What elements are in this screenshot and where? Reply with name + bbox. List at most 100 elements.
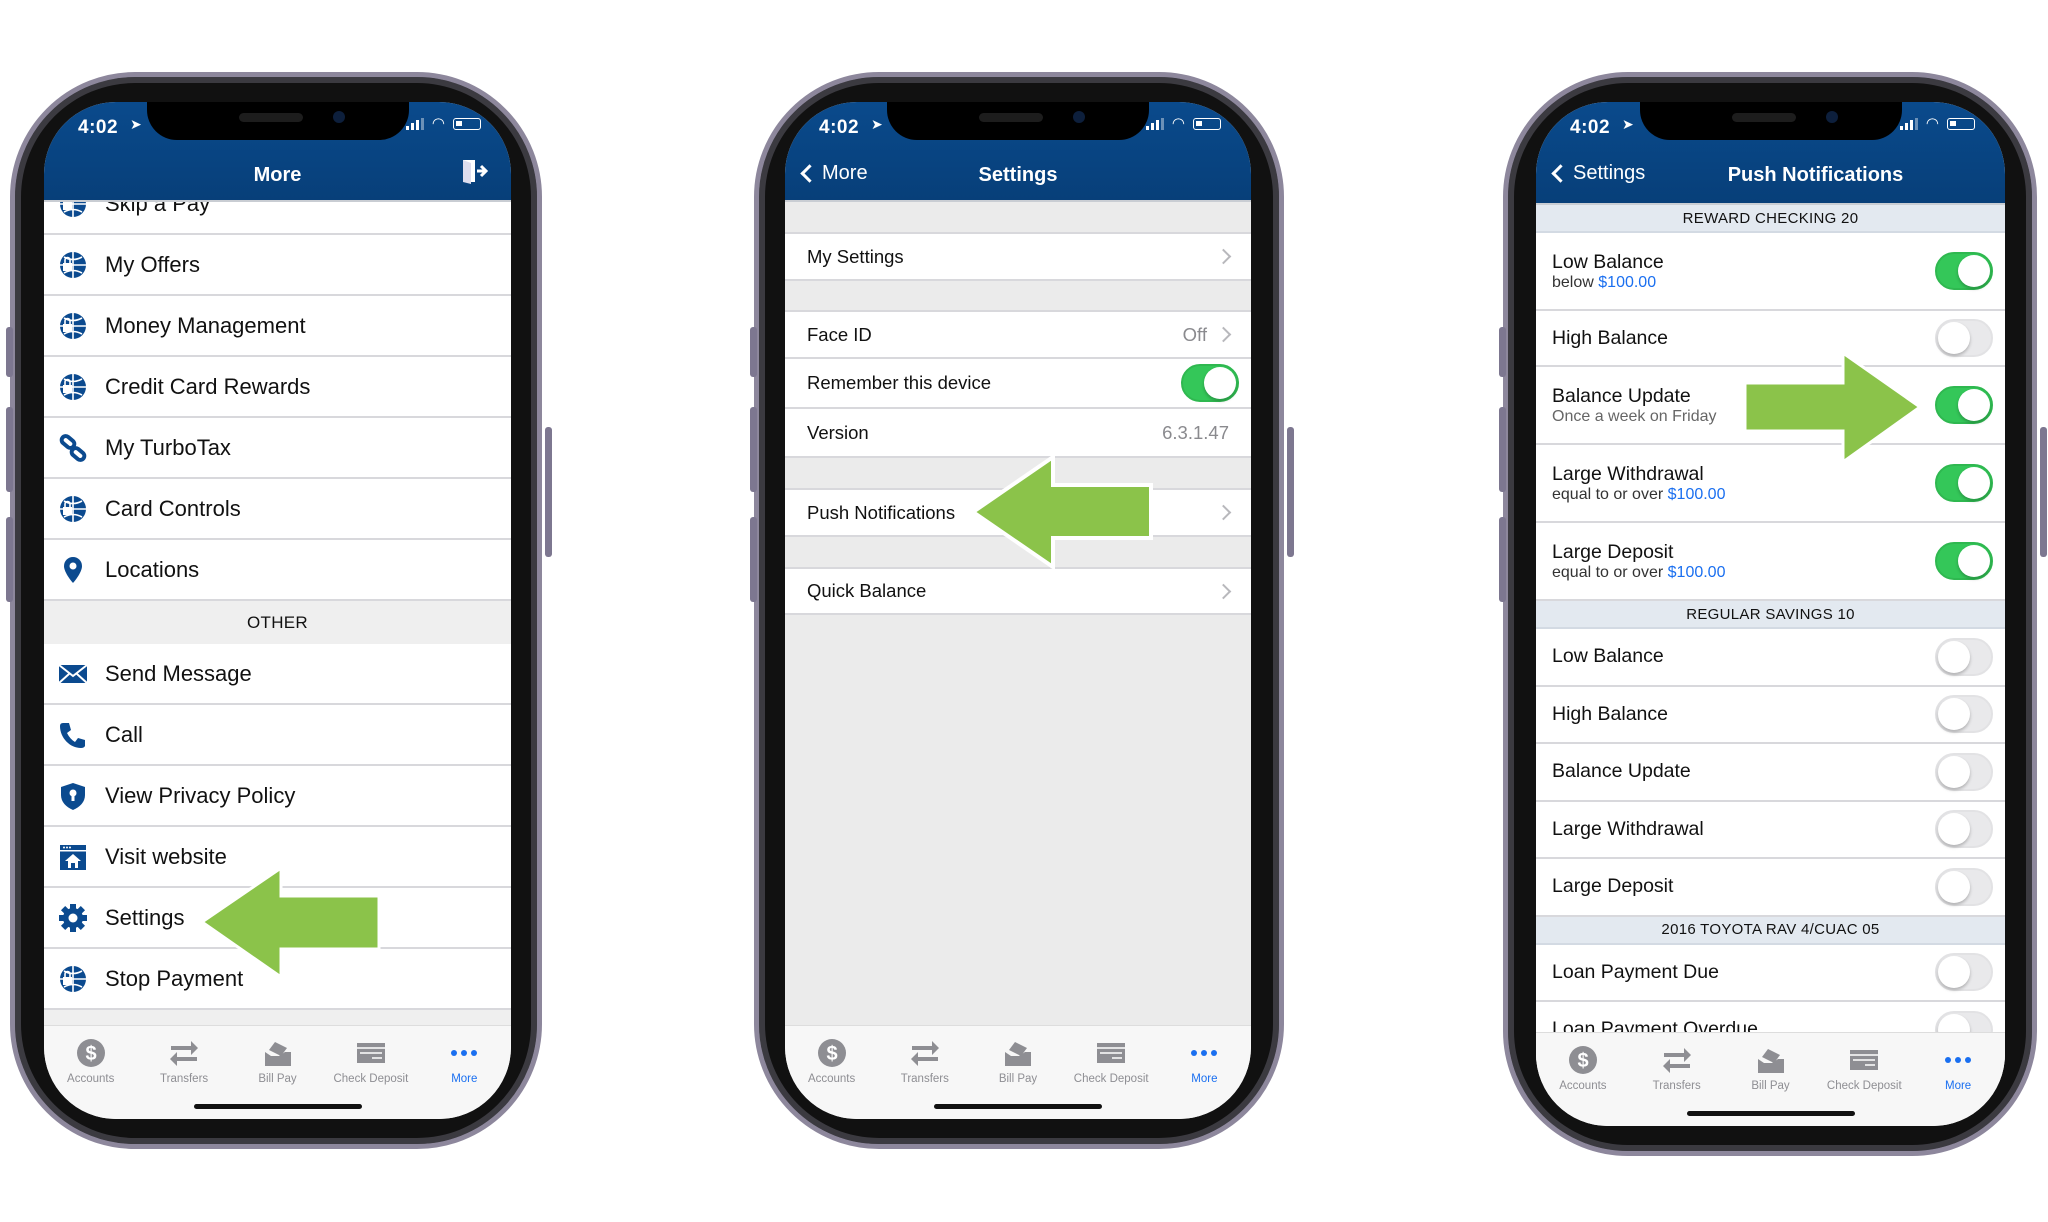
notification-row-high-balance: High Balance [1536,686,2005,744]
signal-icon [1145,118,1164,130]
notification-toggle[interactable] [1935,637,1993,676]
tab-bill-pay[interactable]: Bill Pay [233,1038,323,1085]
settings-row-face-id[interactable]: Face ID Off [785,310,1251,359]
menu-item-view-privacy-policy[interactable]: View Privacy Policy [44,766,511,827]
side-button [1287,427,1294,557]
globe-lock-icon [58,964,88,994]
menu-item-visit-website[interactable]: Visit website [44,827,511,888]
signal-icon [405,118,424,130]
chevron-right-icon [1215,504,1232,521]
tab-check-deposit[interactable]: Check Deposit [1819,1045,1909,1092]
notification-label-group: High Balance [1552,703,1668,726]
section-header-2016-toyota-rav-4-cuac-05: 2016 TOYOTA RAV 4/CUAC 05 [1536,916,2005,945]
menu-item-my-offers[interactable]: My Offers [44,235,511,296]
tab-bill-pay[interactable]: Bill Pay [973,1038,1063,1085]
tab-label: Accounts [1559,1080,1607,1092]
settings-row-my-settings[interactable]: My Settings [785,232,1251,281]
side-button [750,517,757,602]
location-arrow-icon: ➤ [1622,116,1634,132]
tab-more[interactable]: More [1913,1045,2003,1092]
tab-accounts[interactable]: $ Accounts [787,1038,877,1085]
menu-item-label: Call [105,721,143,747]
settings-row-label: Version [807,421,869,443]
location-arrow-icon: ➤ [130,116,142,132]
envelope-icon [58,659,88,689]
menu-item-stop-payment[interactable]: Stop Payment [44,949,511,1010]
menu-item-label: My Offers [105,251,200,277]
page-title: Settings [978,164,1058,186]
notification-toggle[interactable] [1935,867,1993,906]
notification-title: Low Balance [1552,250,1664,273]
menu-item-settings[interactable]: Settings [44,888,511,949]
menu-item-label: Money Management [105,312,306,338]
remember-device-toggle[interactable] [1181,364,1239,402]
menu-item-my-turbotax[interactable]: My TurboTax [44,418,511,479]
settings-row-label: My Settings [807,245,904,267]
battery-icon [1947,118,1975,130]
notification-toggle[interactable] [1935,752,1993,791]
tab-transfers[interactable]: Transfers [1632,1045,1722,1092]
side-button [1499,327,1506,377]
tab-bill-pay[interactable]: Bill Pay [1726,1045,1816,1092]
settings-row-quick-balance[interactable]: Quick Balance [785,567,1251,615]
settings-row-value: 6.3.1.47 [1162,421,1229,443]
tab-more[interactable]: More [1159,1038,1249,1085]
notification-row-low-balance: Low Balance [1536,629,2005,687]
notification-toggle[interactable] [1935,252,1993,290]
notification-title: Large Withdrawal [1552,462,1704,485]
menu-item-locations[interactable]: Locations [44,540,511,601]
more-screen: Skip a Pay My Offers Money Management Credi… [44,102,511,1119]
bill-pay-icon [233,1038,323,1068]
svg-text:$: $ [1577,1050,1588,1072]
bill-pay-icon [973,1038,1063,1068]
tab-more[interactable]: More [419,1038,509,1085]
tab-check-deposit[interactable]: Check Deposit [326,1038,416,1085]
tab-transfers[interactable]: Transfers [139,1038,229,1085]
notification-toggle[interactable] [1935,953,1993,992]
notification-row-large-withdrawal: Large Withdrawal [1536,801,2005,859]
notification-toggle[interactable] [1935,810,1993,849]
notification-toggle[interactable] [1935,695,1993,734]
menu-item-credit-card-rewards[interactable]: Credit Card Rewards [44,357,511,418]
status-time: 4:02 [1570,117,1611,138]
bill-pay-icon [1726,1045,1816,1075]
tab-accounts[interactable]: $ Accounts [1538,1045,1628,1092]
tab-accounts[interactable]: $ Accounts [46,1038,136,1085]
notification-title: Balance Update [1552,384,1691,407]
tab-label: Bill Pay [998,1073,1038,1085]
notification-row-large-withdrawal: Large Withdrawal equal to or over $100.00 [1536,445,2005,523]
globe-lock-icon [58,311,88,341]
notification-row-balance-update: Balance Update [1536,744,2005,802]
notification-toggle[interactable] [1935,464,1993,502]
menu-item-card-controls[interactable]: Card Controls [44,479,511,540]
status-icons: ◠ [1145,116,1221,131]
dollar-circle-icon: $ [1538,1045,1628,1075]
tab-label: Accounts [67,1073,115,1085]
wifi-icon: ◠ [431,115,445,132]
notification-toggle[interactable] [1935,542,1993,580]
settings-row-push-notifications[interactable]: Push Notifications [785,488,1251,537]
side-button [1499,517,1506,602]
tab-transfers[interactable]: Transfers [880,1038,970,1085]
page-title: More [253,164,302,186]
settings-row-version[interactable]: Version 6.3.1.47 [785,409,1251,458]
notification-toggle[interactable] [1935,319,1993,357]
menu-item-send-message[interactable]: Send Message [44,644,511,705]
logout-icon[interactable] [461,158,489,184]
notification-label-group: Low Balance [1552,645,1664,668]
tab-check-deposit[interactable]: Check Deposit [1066,1038,1156,1085]
side-button [750,407,757,492]
menu-item-money-management[interactable]: Money Management [44,296,511,357]
threshold-amount-link[interactable]: $100.00 [1668,486,1726,503]
notification-row-large-deposit: Large Deposit [1536,859,2005,917]
settings-screen: 4:02 ➤ ◠ More Settings My Settings Face ID Off R… [785,102,1251,1119]
threshold-amount-link[interactable]: $100.00 [1668,564,1726,581]
threshold-amount-link[interactable]: $100.00 [1598,274,1656,291]
menu-item-call[interactable]: Call [44,705,511,766]
check-deposit-icon [326,1038,416,1068]
notification-toggle[interactable] [1935,386,1993,424]
battery-icon [1193,118,1221,130]
chevron-left-icon [1551,164,1570,183]
notification-row-high-balance: High Balance [1536,311,2005,367]
notification-label-group: Balance Update [1552,760,1691,783]
